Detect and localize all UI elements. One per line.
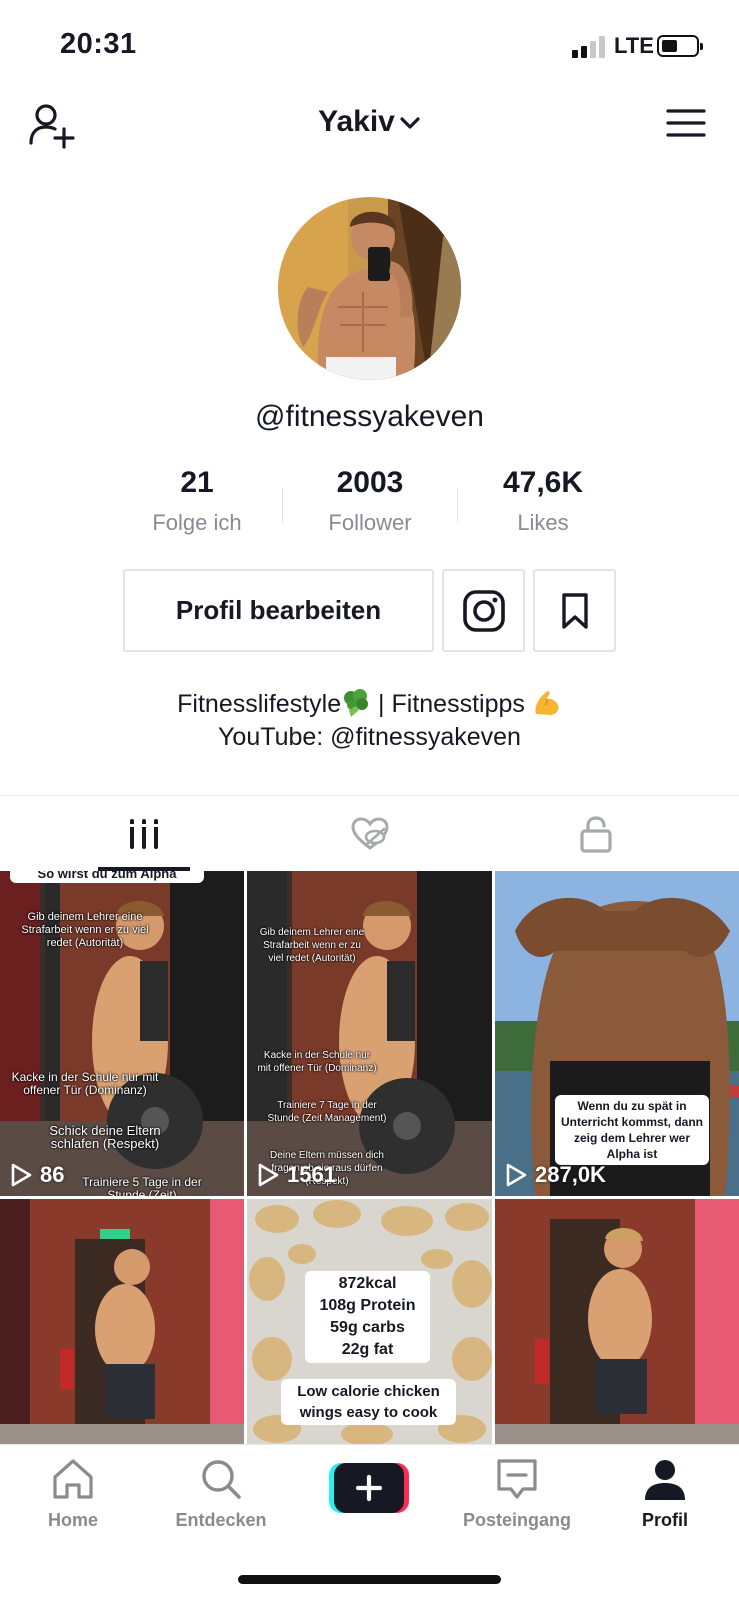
stat-likes-value: 47,6K (502, 466, 584, 499)
video-grid: So wirst du zum Alpha Gib deinem Lehrer … (0, 871, 739, 1444)
profile-icon (645, 1460, 685, 1500)
view-count: 1561 (257, 1162, 336, 1188)
nav-profile[interactable]: Profil (600, 1457, 730, 1531)
tab-liked[interactable] (320, 796, 420, 872)
network-type: LTE (614, 33, 654, 58)
profile-stats: 21 Folge ich 2003 Follower 47,6K Likes (110, 466, 630, 536)
video-thumbnail[interactable]: Gib deinem Lehrer eine Strafarbeit wenn … (247, 871, 492, 1196)
search-icon (202, 1460, 241, 1499)
video-caption: Wenn du zu spät in Unterricht kommst, da… (555, 1095, 709, 1165)
view-count-value: 86 (40, 1162, 65, 1187)
nav-inbox-label: Posteingang (462, 1510, 571, 1530)
grid-bars-icon (129, 819, 159, 849)
broccoli-icon (344, 689, 369, 717)
home-indicator (238, 1575, 501, 1584)
nutrition-carbs: 59g carbs (330, 1319, 405, 1336)
video-title-overlay: So wirst du zum Alpha (10, 871, 204, 883)
video-text-overlay: Schick deine Eltern schlafen (Respekt) (49, 1123, 161, 1151)
play-icon (11, 1163, 32, 1187)
view-count-value: 1561 (287, 1162, 336, 1187)
stat-following-label: Folge ich (152, 510, 242, 535)
tab-videos[interactable] (94, 796, 194, 872)
bookmark-icon (561, 592, 588, 629)
play-icon (506, 1163, 527, 1187)
nav-profile-label: Profil (641, 1510, 688, 1530)
hidden-likes-icon (351, 817, 389, 850)
chevron-down-icon (400, 117, 420, 129)
battery-icon (657, 35, 703, 57)
video-thumbnail[interactable]: So wirst du zum Alpha Gib deinem Lehrer … (0, 871, 244, 1196)
tab-private[interactable] (546, 796, 646, 872)
video-thumbnail[interactable] (0, 1199, 244, 1444)
nav-inbox[interactable]: Posteingang (452, 1457, 582, 1531)
bio-line-2: YouTube: @fitnessyakeven (218, 723, 521, 751)
video-thumbnail[interactable]: Wenn du zu spät in Unterricht kommst, da… (495, 871, 739, 1196)
lock-icon (580, 816, 612, 853)
account-switcher[interactable]: Yakiv (0, 105, 739, 139)
profile-bio: Fitnesslifestyle | Fitnesstipps YouTube:… (0, 688, 739, 754)
video-caption: Low calorie chicken wings easy to cook (281, 1379, 456, 1425)
instagram-icon (462, 589, 505, 632)
flexed-biceps-icon (535, 691, 559, 715)
stat-following-value: 21 (180, 466, 214, 499)
nav-home[interactable]: Home (8, 1457, 138, 1531)
video-text-overlay: Kacke in der Schule nur mit offener Tür … (257, 1050, 377, 1074)
inbox-icon (497, 1459, 537, 1499)
stat-following[interactable]: 21 Folge ich (110, 466, 284, 536)
profile-header: Yakiv (0, 95, 739, 155)
nav-discover-label: Entdecken (175, 1510, 267, 1530)
stat-followers-label: Follower (328, 510, 412, 535)
view-count: 287,0K (505, 1162, 606, 1188)
nav-discover[interactable]: Entdecken (156, 1457, 286, 1531)
bio-text-lifestyle: Fitnesslifestyle (177, 690, 342, 718)
status-time: 20:31 (60, 28, 137, 60)
video-text-overlay: Trainiere 7 Tage in der Stunde (Zeit Man… (267, 1100, 387, 1124)
view-count-value: 287,0K (535, 1162, 606, 1187)
plus-icon (329, 1463, 409, 1513)
stat-followers-value: 2003 (336, 466, 404, 499)
signal-icon (572, 36, 606, 58)
stat-likes-label: Likes (517, 510, 569, 535)
avatar[interactable] (278, 197, 461, 380)
view-count: 86 (10, 1162, 64, 1188)
video-text-overlay: Kacke in der Schule nur mit offener Tür … (11, 1070, 159, 1097)
instagram-button[interactable] (442, 569, 525, 652)
menu-button[interactable] (666, 107, 706, 139)
stat-followers[interactable]: 2003 Follower (283, 466, 457, 536)
nutrition-caption: 872kcal 108g Protein 59g carbs 22g fat (305, 1271, 430, 1363)
video-text-overlay: Trainiere 5 Tage in der Stunde (Zeit) (82, 1175, 202, 1197)
favorites-button[interactable] (533, 569, 616, 652)
video-text-overlay: Gib deinem Lehrer eine Strafarbeit wenn … (259, 927, 365, 964)
nutrition-fat: 22g fat (341, 1341, 394, 1358)
video-text-overlay: Gib deinem Lehrer eine Strafarbeit wenn … (21, 911, 149, 949)
play-icon (258, 1163, 279, 1187)
profile-username: @fitnessyakeven (255, 400, 484, 433)
edit-profile-button[interactable]: Profil bearbeiten (123, 569, 434, 652)
stat-likes[interactable]: 47,6K Likes (456, 466, 630, 536)
account-name: Yakiv (318, 105, 395, 138)
video-thumbnail[interactable]: 872kcal 108g Protein 59g carbs 22g fat L… (247, 1199, 492, 1444)
home-icon (53, 1459, 93, 1499)
create-video-button[interactable] (329, 1463, 409, 1513)
nutrition-protein: 108g Protein (319, 1297, 416, 1314)
status-bar: 20:31 LTE (0, 0, 739, 90)
content-tabs (0, 795, 739, 871)
bio-line-1: Fitnesslifestyle | Fitnesstipps (0, 688, 739, 721)
bio-text-tips: | Fitnesstipps (371, 690, 532, 718)
hamburger-menu-icon (666, 109, 706, 137)
nav-home-label: Home (47, 1510, 98, 1530)
nutrition-kcal: 872kcal (338, 1275, 397, 1292)
video-thumbnail[interactable] (495, 1199, 739, 1444)
